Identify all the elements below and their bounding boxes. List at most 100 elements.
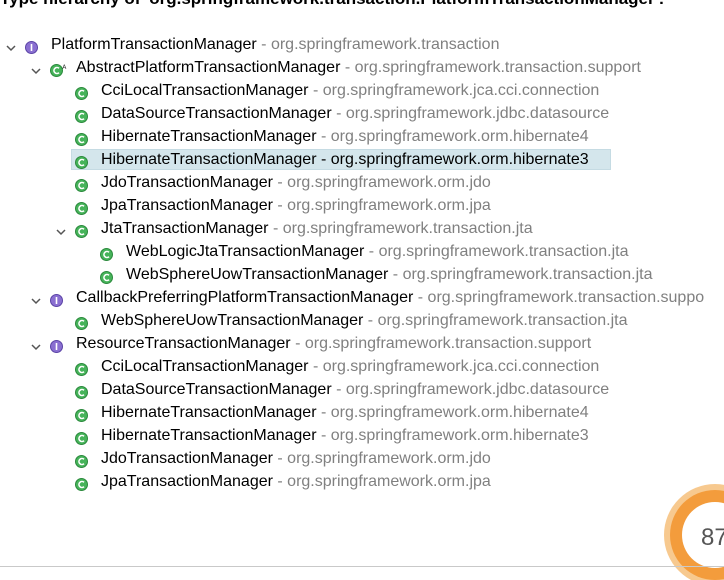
type-name: CciLocalTransactionManager [101,358,309,375]
package-name: org.springframework.transaction.jta [282,220,533,237]
type-name: DataSourceTransactionManager [101,105,332,122]
type-name: ResourceTransactionManager [76,335,291,352]
tree-row[interactable]: HibernateTransactionManager - org.spring… [0,401,724,424]
class-icon [75,176,88,192]
tree-row-label: WebLogicJtaTransactionManager - org.spri… [126,240,628,263]
type-name: CallbackPreferringPlatformTransactionMan… [76,289,414,306]
class-icon [75,314,88,330]
chevron-down-icon[interactable] [30,61,42,75]
tree-row-label: JtaTransactionManager - org.springframew… [101,217,533,240]
package-name: org.springframework.orm.hibernate4 [330,404,589,421]
class-icon [75,84,88,100]
class-icon [75,360,88,376]
tree-row-label: DataSourceTransactionManager - org.sprin… [101,378,609,401]
separator: - [290,335,305,352]
chevron-down-icon[interactable] [30,337,42,351]
separator: - [268,220,283,237]
svg-text:A: A [62,64,67,71]
package-name: org.springframework.jca.cci.connection [322,82,600,99]
chevron-down-icon[interactable] [30,291,42,305]
badge-inner: 87 [682,502,724,568]
type-name: JpaTransactionManager [101,197,273,214]
bottom-border [0,566,724,567]
chevron-down-icon[interactable] [5,38,17,52]
package-name: org.springframework.transaction [270,36,500,53]
tree-row[interactable]: DataSourceTransactionManager - org.sprin… [0,102,724,125]
type-name: HibernateTransactionManager [101,427,317,444]
tree-row[interactable]: HibernateTransactionManager - org.spring… [0,424,724,447]
tree-row[interactable]: JtaTransactionManager - org.springframew… [0,217,724,240]
package-name: org.springframework.transaction.jta [402,266,653,283]
tree-row[interactable]: DataSourceTransactionManager - org.sprin… [0,378,724,401]
package-name: org.springframework.transaction.suppo [427,289,705,306]
tree-row[interactable]: JdoTransactionManager - org.springframew… [0,171,724,194]
package-name: org.springframework.transaction.support [304,335,592,352]
package-name: org.springframework.transaction.support [354,59,641,76]
class-icon [75,475,88,491]
separator: - [364,243,379,260]
separator: - [331,105,346,122]
package-name: org.springframework.transaction.jta [378,243,629,260]
interface-icon [50,337,63,353]
type-name: JtaTransactionManager [101,220,269,237]
tree-row-label: JpaTransactionManager - org.springframew… [101,194,491,217]
tree-row[interactable]: HibernateTransactionManager - org.spring… [0,148,724,171]
class-icon [100,268,113,284]
tree-row-label: JdoTransactionManager - org.springframew… [101,171,491,194]
tree-row-label: HibernateTransactionManager - org.spring… [101,148,589,171]
view-title-bar: Type hierarchy of 'org.springframework.t… [0,0,724,30]
tree-row[interactable]: CallbackPreferringPlatformTransactionMan… [0,286,724,309]
separator: - [272,174,288,191]
package-name: org.springframework.jca.cci.connection [322,358,600,375]
view-title: Type hierarchy of 'org.springframework.t… [0,0,664,9]
separator: - [316,151,331,168]
class-icon [75,452,88,468]
package-name: org.springframework.orm.jpa [287,197,491,214]
tree-row-label: CallbackPreferringPlatformTransactionMan… [76,286,704,309]
tree-row[interactable]: JpaTransactionManager - org.springframew… [0,470,724,493]
tree-row[interactable]: A AbstractPlatformTransactionManager - or… [0,56,724,79]
type-name: WebLogicJtaTransactionManager [126,243,365,260]
class-icon [100,245,113,261]
class-icon [75,153,88,169]
tree-row[interactable]: HibernateTransactionManager - org.spring… [0,125,724,148]
tree-row-label: HibernateTransactionManager - org.spring… [101,401,589,424]
package-name: org.springframework.orm.jdo [287,450,491,467]
type-name: DataSourceTransactionManager [101,381,332,398]
tree-row[interactable]: CciLocalTransactionManager - org.springf… [0,355,724,378]
separator: - [388,266,403,283]
separator: - [272,197,288,214]
tree-row[interactable]: PlatformTransactionManager - org.springf… [0,33,724,56]
abstract-class-icon: A [50,61,67,77]
tree-row[interactable]: ResourceTransactionManager - org.springf… [0,332,724,355]
separator: - [272,473,288,490]
tree-row[interactable]: JpaTransactionManager - org.springframew… [0,194,724,217]
tree-row[interactable]: WebSphereUowTransactionManager - org.spr… [0,309,724,332]
tree-row-label: AbstractPlatformTransactionManager - org… [76,56,641,79]
package-name: org.springframework.orm.hibernate4 [330,128,589,145]
package-name: org.springframework.orm.hibernate3 [330,151,589,168]
chevron-down-icon[interactable] [55,222,67,236]
tree-row-label: HibernateTransactionManager - org.spring… [101,125,589,148]
class-icon [75,107,88,123]
separator: - [316,404,331,421]
package-name: org.springframework.jdbc.datasource [345,381,610,398]
type-name: HibernateTransactionManager [101,128,317,145]
type-name: AbstractPlatformTransactionManager [76,59,341,76]
tree-row[interactable]: WebLogicJtaTransactionManager - org.spri… [0,240,724,263]
tree-row-label: ResourceTransactionManager - org.springf… [76,332,591,355]
class-icon [75,429,88,445]
tree-row[interactable]: CciLocalTransactionManager - org.springf… [0,79,724,102]
type-name: JdoTransactionManager [101,174,273,191]
package-name: org.springframework.jdbc.datasource [345,105,610,122]
type-name: HibernateTransactionManager [101,404,317,421]
separator: - [272,450,288,467]
package-name: org.springframework.orm.jdo [287,174,491,191]
separator: - [331,381,346,398]
separator: - [340,59,355,76]
package-name: org.springframework.orm.hibernate3 [330,427,589,444]
separator: - [256,36,271,53]
type-name: JpaTransactionManager [101,473,273,490]
tree-row[interactable]: JdoTransactionManager - org.springframew… [0,447,724,470]
tree-row[interactable]: WebSphereUowTransactionManager - org.spr… [0,263,724,286]
